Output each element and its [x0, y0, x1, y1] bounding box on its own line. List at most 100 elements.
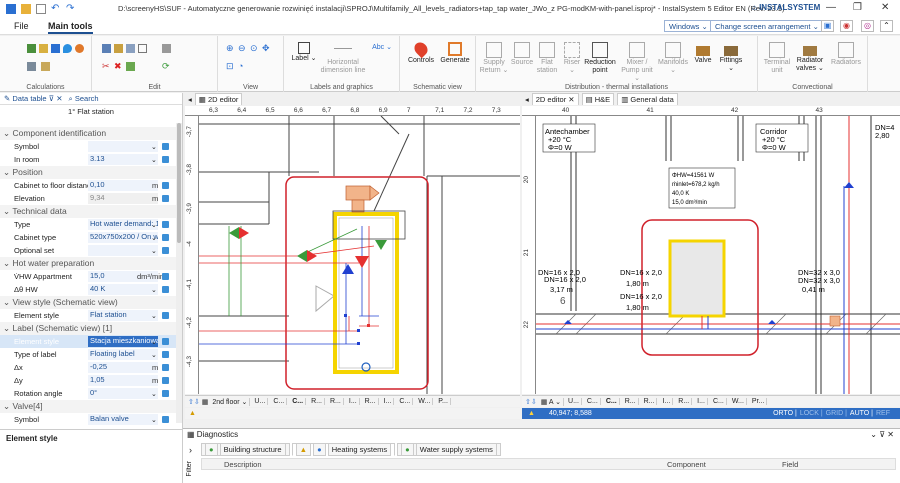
footer-view-tab[interactable]: I...	[347, 398, 360, 405]
footer-view-tab[interactable]: C...	[397, 398, 414, 405]
property-row-valve-symbol[interactable]: Symbol Balan valve ⌄	[0, 413, 176, 426]
tab-general-data[interactable]: ▥ General data	[617, 93, 678, 105]
property-value[interactable]: Hot water demand: 1	[88, 219, 158, 230]
tab-heating-systems[interactable]: ▲ ● Heating systems	[291, 443, 396, 456]
zoom-window-icon[interactable]: ⊙	[250, 44, 259, 53]
footer-view-tab[interactable]: W...	[416, 398, 434, 405]
folder-icon[interactable]	[21, 4, 31, 14]
edit-value-icon[interactable]	[162, 156, 169, 163]
edit-value-icon[interactable]	[162, 247, 169, 254]
paste-icon[interactable]	[114, 44, 123, 53]
property-value[interactable]: -0,25	[88, 362, 158, 373]
footer-view-tab[interactable]: R...	[676, 398, 693, 405]
section-valve[interactable]: ⌄ Valve[4]	[0, 400, 176, 413]
delete-icon[interactable]: ✖	[114, 62, 123, 71]
snap-toggle-lock[interactable]: LOCK |	[800, 410, 823, 417]
property-row-in-room[interactable]: In room 3.13 ⌄	[0, 153, 176, 166]
radiator-valves-button[interactable]: Radiator valves ⌄	[792, 42, 828, 73]
align-icon[interactable]	[162, 44, 171, 53]
section-technical-data[interactable]: ⌄ Technical data	[0, 205, 176, 218]
edit-value-icon[interactable]	[162, 195, 169, 202]
footer-view-tab[interactable]: C...	[711, 398, 727, 405]
footer-view-tab[interactable]: I...	[695, 398, 708, 405]
chevron-down-icon[interactable]: ⌄	[151, 143, 157, 151]
footer-view-tab[interactable]: R...	[623, 398, 639, 405]
generate-button[interactable]: Generate	[438, 42, 472, 65]
warning-icon-right[interactable]: ▲	[528, 410, 535, 417]
valve-button[interactable]: Valve	[690, 42, 716, 65]
property-value[interactable]: Floating label	[88, 349, 158, 360]
zoom-in-icon[interactable]: ⊕	[226, 44, 235, 53]
footer-view-tab[interactable]: Pr...	[750, 398, 768, 405]
footer-view-tab[interactable]: U...	[566, 398, 582, 405]
scroll-updown-icon[interactable]: ⇧⇩	[525, 398, 537, 406]
property-value[interactable]: 520x750x200 / On wa	[88, 232, 158, 243]
tab-2d-editor-right[interactable]: 2D editor ✕	[531, 93, 579, 105]
floor-selector-right[interactable]: ▦ A ⌄	[539, 397, 565, 406]
editor-pin-icon-right[interactable]: ◂	[525, 95, 529, 104]
close-icon[interactable]: ✕	[881, 2, 889, 13]
menu-file[interactable]: File	[14, 21, 29, 31]
footer-view-tab[interactable]: W...	[730, 398, 747, 405]
property-row-delta-theta-hw[interactable]: Δθ HW 40 K ⌄	[0, 283, 176, 296]
chevron-down-icon[interactable]: ⌄	[151, 247, 157, 255]
fire-icon[interactable]	[75, 44, 84, 53]
snap-toggle-orto[interactable]: ORTO |	[773, 410, 797, 417]
floor-selector-left[interactable]: 2nd floor ⌄	[210, 397, 251, 406]
cut-icon[interactable]: ✂	[102, 62, 111, 71]
help-icon[interactable]: ◎	[861, 20, 874, 32]
chevron-down-icon[interactable]: ⌄	[151, 338, 157, 346]
property-row-element-style-label[interactable]: Element style Stacja mieszkaniowa ⌄	[0, 335, 176, 348]
mixer-pump-unit-button[interactable]: Mixer / Pump unit ⌄	[618, 42, 656, 83]
property-row-rotation-angle[interactable]: Rotation angle 0° ⌄	[0, 387, 176, 400]
zoom-all-icon[interactable]: ⊡	[226, 62, 235, 71]
scrollbar-thumb[interactable]	[177, 123, 181, 243]
chevron-down-icon[interactable]: ⌄	[151, 390, 157, 398]
calc-blue-icon[interactable]	[51, 44, 60, 53]
pan-icon[interactable]: ✥	[262, 44, 271, 53]
riser-button[interactable]: Riser ⌄	[560, 42, 584, 75]
abc-button[interactable]: Abc ⌄	[370, 44, 394, 52]
snap-toggle-ref[interactable]: REF	[876, 410, 890, 417]
save-icon[interactable]	[6, 4, 16, 14]
copy-icon[interactable]	[102, 44, 111, 53]
property-value[interactable]: 3.13	[88, 154, 158, 165]
tab-data-table[interactable]: ✎ Data table ⊽ ✕	[4, 94, 63, 103]
collapse-ribbon-icon[interactable]: ⌃	[880, 20, 893, 32]
new-file-icon[interactable]	[36, 4, 46, 14]
terminal-unit-button[interactable]: Terminal unit	[762, 42, 792, 75]
zoom-out-icon[interactable]: ⊖	[238, 44, 247, 53]
property-value[interactable]: Stacja mieszkaniowa	[88, 336, 158, 347]
screen-arrangement-dropdown[interactable]: Change screen arrangement ⌄	[710, 20, 824, 32]
tab-2d-editor-left[interactable]: ▦ 2D editor	[194, 93, 243, 105]
footer-view-tab[interactable]: R...	[309, 398, 325, 405]
property-value[interactable]	[88, 141, 158, 152]
property-row-symbol[interactable]: Symbol ⌄	[0, 140, 176, 153]
chevron-down-icon[interactable]: ⌄	[151, 156, 157, 164]
edit-value-icon[interactable]	[162, 390, 169, 397]
property-row-dy[interactable]: Δy 1,05 m	[0, 374, 176, 387]
edit-value-icon[interactable]	[162, 273, 169, 280]
label-button[interactable]: Label ⌄	[290, 42, 318, 63]
duplicate-icon[interactable]	[126, 44, 135, 53]
editor-pin-icon[interactable]: ◂	[188, 95, 192, 104]
property-row-element-style-view[interactable]: Element style Flat station ⌄	[0, 309, 176, 322]
col-component[interactable]: Component	[667, 460, 706, 469]
scroll-up-icon[interactable]: ⇧⇩	[188, 398, 200, 406]
edit-value-icon[interactable]	[162, 351, 169, 358]
footer-view-tab[interactable]: C...	[604, 398, 620, 405]
chevron-down-icon[interactable]: ⌄	[151, 221, 157, 229]
edit-value-icon[interactable]	[162, 182, 169, 189]
chevron-down-icon[interactable]: ⌄	[151, 286, 157, 294]
select-icon[interactable]	[138, 44, 147, 53]
chevron-down-icon[interactable]: ⌄	[151, 312, 157, 320]
property-row-dx[interactable]: Δx -0,25 m	[0, 361, 176, 374]
footer-view-tab[interactable]: P...	[436, 398, 451, 405]
expand-icon[interactable]: ›	[189, 445, 192, 455]
property-value[interactable]: 40 K	[88, 284, 158, 295]
edit-value-icon[interactable]	[162, 286, 169, 293]
menu-main-tools[interactable]: Main tools	[48, 21, 93, 34]
warning-icon[interactable]: ▲	[189, 410, 196, 417]
edit-value-icon[interactable]	[162, 221, 169, 228]
property-value[interactable]: Balan valve	[88, 414, 158, 425]
